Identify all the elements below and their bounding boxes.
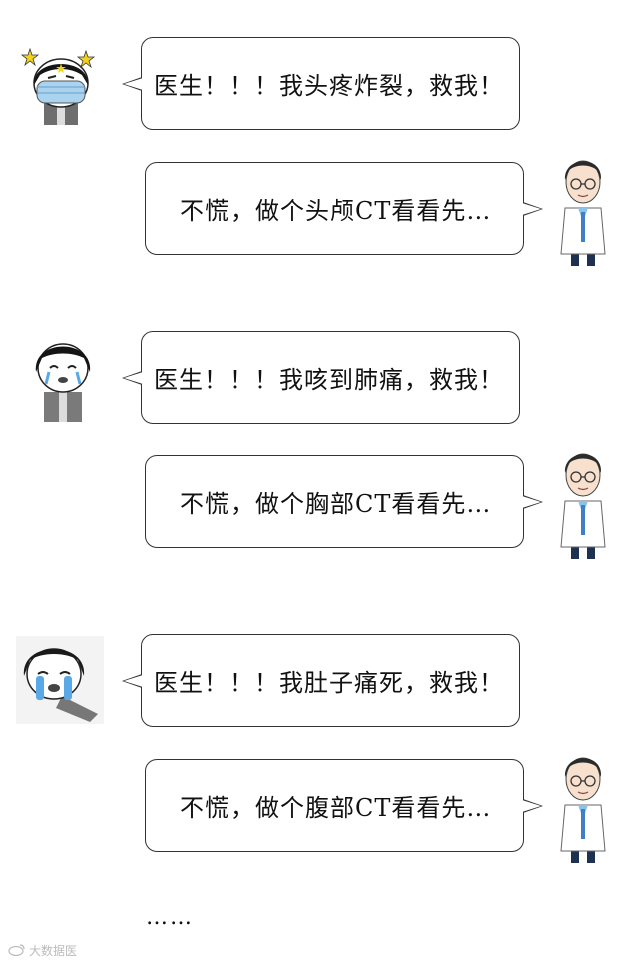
- watermark: 大数据医: [8, 942, 77, 959]
- patient-message-text-3: 医生！！！我肚子痛死，救我！: [154, 669, 504, 697]
- doctor-message-text-1: 不慌，做个头颅CT看看先…: [180, 197, 492, 225]
- patient-message-bubble-1: 医生！！！我头疼炸裂，救我！: [122, 37, 520, 130]
- patient-avatar-headache: [20, 45, 102, 125]
- weibo-logo-icon: [8, 943, 26, 959]
- patient-avatar-stomachache: [16, 636, 104, 724]
- doctor-message-bubble-1: 不慌，做个头颅CT看看先…: [145, 162, 543, 255]
- doctor-message-text-3: 不慌，做个腹部CT看看先…: [180, 794, 492, 822]
- doctor-avatar-1: [555, 150, 611, 268]
- patient-message-bubble-2: 医生！！！我咳到肺痛，救我！: [122, 331, 520, 424]
- doctor-avatar-2: [555, 443, 611, 561]
- doctor-message-bubble-2: 不慌，做个胸部CT看看先…: [145, 455, 543, 548]
- patient-message-bubble-3: 医生！！！我肚子痛死，救我！: [122, 634, 520, 727]
- patient-message-text-2: 医生！！！我咳到肺痛，救我！: [154, 366, 504, 394]
- doctor-message-bubble-3: 不慌，做个腹部CT看看先…: [145, 759, 543, 852]
- ending-ellipsis: ……: [146, 905, 194, 930]
- watermark-text: 大数据医: [29, 944, 78, 958]
- patient-avatar-cough: [24, 332, 102, 422]
- doctor-avatar-3: [555, 747, 611, 865]
- patient-message-text-1: 医生！！！我头疼炸裂，救我！: [154, 72, 504, 100]
- doctor-message-text-2: 不慌，做个胸部CT看看先…: [180, 490, 492, 518]
